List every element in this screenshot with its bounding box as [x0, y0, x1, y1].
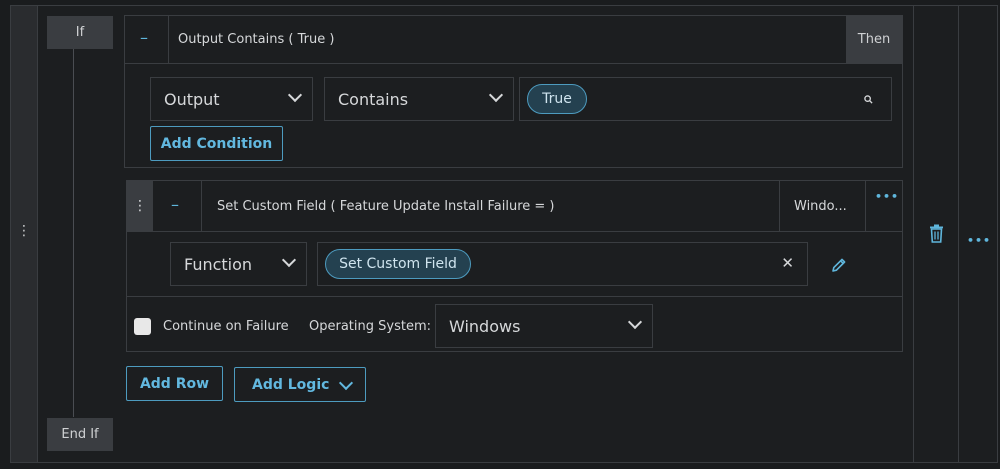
if-connector-line	[73, 47, 74, 417]
row-divider	[127, 296, 902, 297]
add-row-button[interactable]: Add Row	[126, 366, 223, 401]
edit-pencil-icon[interactable]	[830, 256, 848, 274]
operating-system-select[interactable]: Windows	[435, 304, 653, 348]
operating-system-value: Windows	[449, 316, 521, 336]
action-type-select[interactable]: Function	[170, 242, 307, 286]
drag-handle-icon[interactable]: ⋮	[17, 224, 31, 238]
function-input[interactable]: Set Custom Field ✕	[317, 242, 808, 286]
column-divider	[913, 5, 914, 463]
action-type-value: Function	[184, 254, 253, 274]
block-drag-rail[interactable]: ⋮	[11, 6, 38, 462]
action-title: Set Custom Field ( Feature Update Instal…	[217, 199, 555, 214]
condition-title: Output Contains ( True )	[178, 32, 335, 47]
condition-header: – Output Contains ( True ) Then	[125, 16, 902, 64]
column-divider	[958, 5, 959, 463]
header-divider	[779, 181, 780, 231]
add-condition-button[interactable]: Add Condition	[150, 126, 283, 161]
action-more-icon[interactable]: •••	[875, 190, 899, 203]
operating-system-label: Operating System:	[309, 319, 431, 334]
continue-on-failure-checkbox[interactable]	[134, 318, 151, 335]
then-label: Then	[846, 16, 902, 63]
chevron-down-icon	[281, 252, 297, 268]
function-pill[interactable]: Set Custom Field	[325, 249, 471, 279]
header-divider	[168, 16, 169, 63]
if-label: If	[47, 16, 113, 49]
chevron-down-icon	[627, 314, 643, 330]
trash-icon[interactable]	[929, 224, 944, 243]
search-icon[interactable]	[864, 95, 873, 104]
action-header: ⋮ – Set Custom Field ( Feature Update In…	[127, 181, 902, 232]
condition-value-input[interactable]: True	[519, 77, 892, 121]
block-more-icon[interactable]: •••	[967, 234, 991, 247]
condition-field-value: Output	[164, 89, 220, 109]
continue-on-failure-label: Continue on Failure	[163, 319, 289, 334]
action-drag-handle-icon[interactable]: ⋮	[127, 181, 153, 231]
collapse-condition-icon[interactable]: –	[140, 28, 148, 47]
condition-field-select[interactable]: Output	[150, 77, 313, 121]
add-logic-label: Add Logic	[252, 376, 330, 393]
header-divider	[865, 181, 866, 231]
action-os-short: Windo...	[794, 199, 847, 214]
chevron-down-icon	[338, 375, 354, 391]
clear-icon[interactable]: ✕	[781, 254, 794, 272]
chevron-down-icon	[488, 87, 504, 103]
add-logic-button[interactable]: Add Logic	[234, 367, 366, 402]
chevron-down-icon	[287, 87, 303, 103]
condition-panel: – Output Contains ( True ) Then Output C…	[124, 15, 903, 168]
condition-operator-select[interactable]: Contains	[324, 77, 514, 121]
end-if-label: End If	[47, 418, 113, 451]
condition-value-pill[interactable]: True	[527, 84, 587, 114]
action-panel: ⋮ – Set Custom Field ( Feature Update In…	[126, 180, 903, 352]
collapse-action-icon[interactable]: –	[171, 195, 179, 214]
header-divider	[201, 181, 202, 231]
condition-operator-value: Contains	[338, 89, 409, 109]
